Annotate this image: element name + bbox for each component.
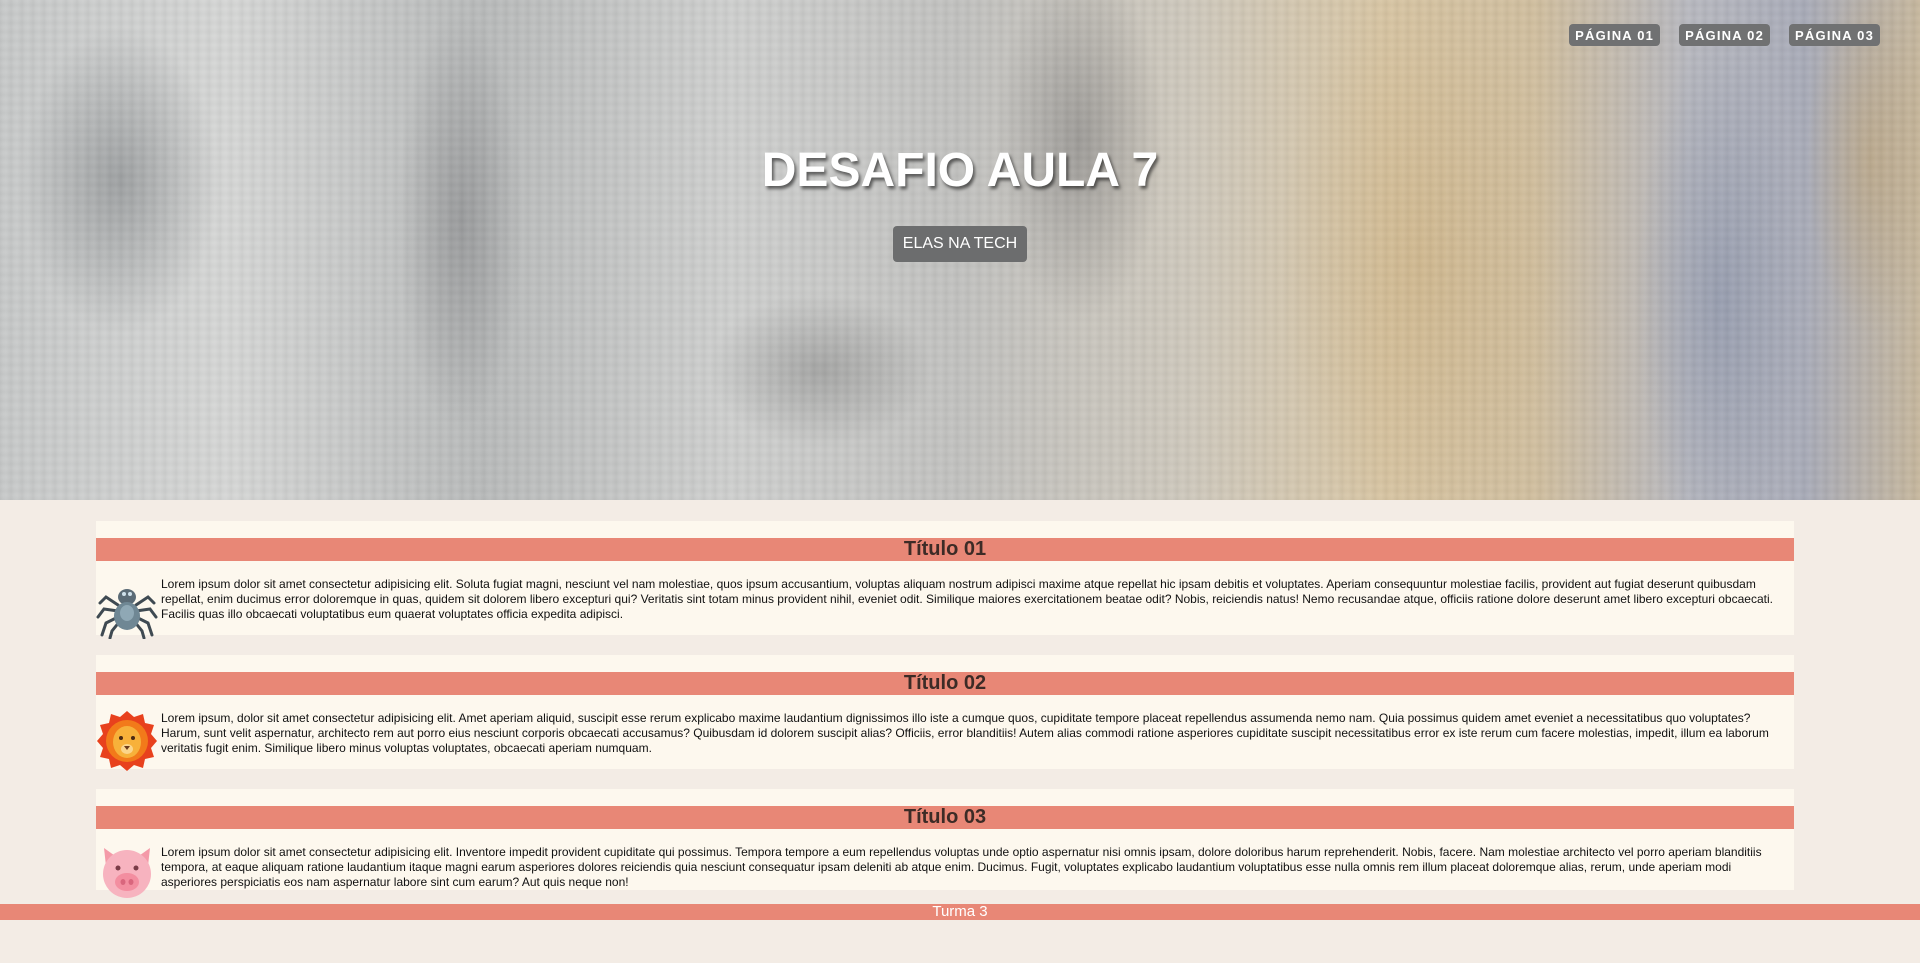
lion-icon	[96, 709, 158, 773]
section-paragraph: Lorem ipsum, dolor sit amet consectetur …	[161, 711, 1769, 755]
nav-link-pagina-03[interactable]: PÁGINA 03	[1789, 24, 1880, 46]
pig-icon	[96, 844, 158, 898]
section-paragraph: Lorem ipsum dolor sit amet consectetur a…	[161, 845, 1762, 889]
section-title: Título 02	[96, 672, 1794, 695]
content-section-1: Título 01 Lorem ipsum dolor sit amet con…	[96, 521, 1794, 640]
content-section-3: Título 03 Lorem ipsum dolor sit amet con…	[96, 789, 1794, 898]
hero-banner: PÁGINA 01 PÁGINA 02 PÁGINA 03 DESAFIO AU…	[0, 0, 1920, 500]
content-section-2: Título 02 Lorem ipsum, dolor sit amet co…	[96, 655, 1794, 771]
hero-badge: ELAS NA TECH	[892, 226, 1028, 262]
footer: Turma 3	[0, 904, 1920, 920]
hero-badge-wrap: ELAS NA TECH	[0, 226, 1920, 262]
section-title: Título 03	[96, 806, 1794, 829]
top-nav: PÁGINA 01 PÁGINA 02 PÁGINA 03	[1569, 24, 1880, 46]
page-title: DESAFIO AULA 7	[761, 144, 1159, 197]
nav-link-pagina-01[interactable]: PÁGINA 01	[1569, 24, 1661, 46]
section-title: Título 01	[96, 538, 1794, 561]
spider-icon	[96, 575, 158, 640]
nav-link-pagina-02[interactable]: PÁGINA 02	[1679, 24, 1771, 46]
section-paragraph: Lorem ipsum dolor sit amet consectetur a…	[161, 577, 1773, 621]
